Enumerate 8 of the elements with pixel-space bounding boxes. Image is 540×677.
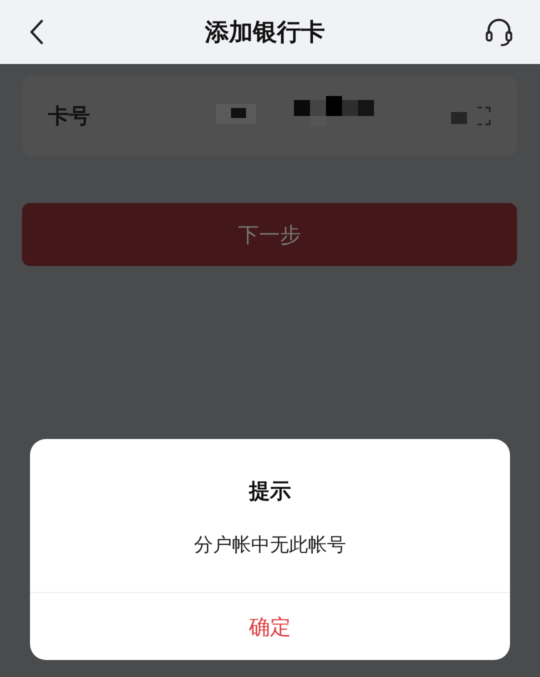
confirm-button[interactable]: 确定 <box>30 592 510 660</box>
dialog-title: 提示 <box>249 478 291 505</box>
field-label: 卡号 <box>48 103 91 130</box>
headset-icon[interactable] <box>484 17 514 47</box>
card-number-field[interactable]: 卡号 <box>22 76 517 156</box>
back-icon[interactable] <box>28 18 46 46</box>
dialog-message: 分户帐中无此帐号 <box>194 533 346 558</box>
page-title: 添加银行卡 <box>205 17 325 48</box>
